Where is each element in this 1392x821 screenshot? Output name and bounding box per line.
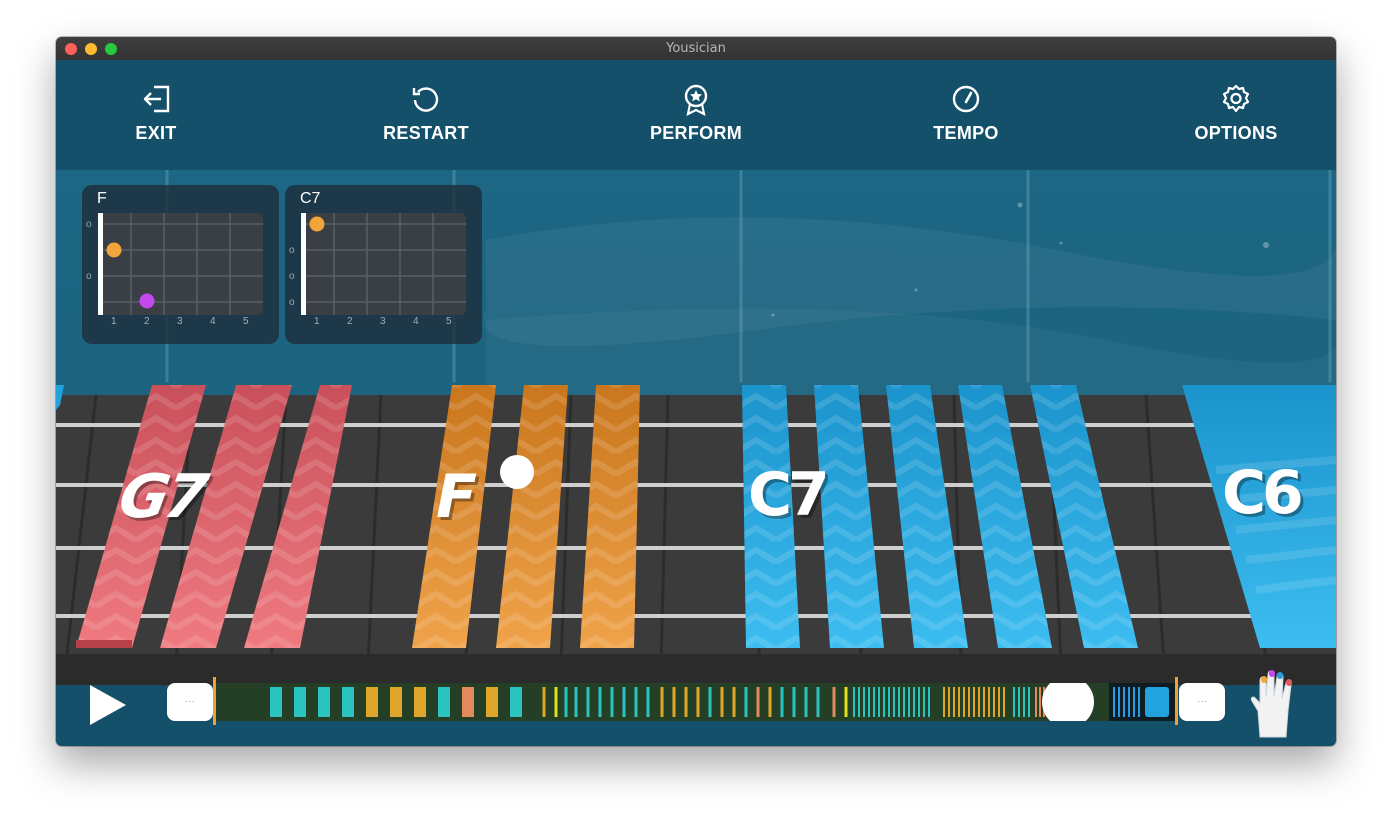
- app-window: Yousician EXIT RESTART PERFORM TEMPO OPT…: [56, 37, 1336, 746]
- play-area: F o o 1 2 3 4 5 C7 o o o 1 2 3 4 5 G7 F …: [56, 170, 1336, 663]
- exit-label: EXIT: [135, 123, 177, 143]
- perform-icon: [684, 84, 708, 116]
- timeline-playhead-knob[interactable]: [1042, 683, 1094, 721]
- lane-label-c6: C6: [1222, 458, 1304, 528]
- play-icon[interactable]: [88, 683, 128, 727]
- tempo-button[interactable]: TEMPO: [866, 60, 1066, 170]
- perform-button[interactable]: PERFORM: [596, 60, 796, 170]
- song-timeline: ··· ···: [56, 663, 1336, 746]
- toolbar: EXIT RESTART PERFORM TEMPO OPTIONS: [56, 60, 1336, 170]
- window-title: Yousician: [666, 41, 726, 56]
- left-section-bubble[interactable]: ···: [167, 683, 213, 721]
- lane-label-g7: G7: [113, 462, 210, 532]
- gear-icon: [1222, 84, 1250, 113]
- playhead-ball: [500, 455, 534, 489]
- lane-label-f: F: [436, 462, 477, 532]
- restart-button[interactable]: RESTART: [326, 60, 526, 170]
- loop-end-marker[interactable]: [1175, 677, 1178, 725]
- timeline-track[interactable]: [214, 683, 1176, 721]
- options-button[interactable]: OPTIONS: [1136, 60, 1336, 170]
- tempo-label: TEMPO: [933, 123, 999, 143]
- options-label: OPTIONS: [1194, 123, 1278, 143]
- lane-label-c7: C7: [748, 460, 830, 530]
- exit-icon: [143, 85, 170, 113]
- tempo-icon: [952, 85, 980, 113]
- hand-icon[interactable]: [1246, 667, 1302, 739]
- right-section-bubble[interactable]: ···: [1179, 683, 1225, 721]
- exit-button[interactable]: EXIT: [56, 60, 256, 170]
- loop-start-marker[interactable]: [213, 677, 216, 725]
- fretboard: [56, 385, 1336, 663]
- restart-label: RESTART: [383, 123, 469, 143]
- restart-icon: [412, 87, 439, 112]
- title-bar: Yousician: [56, 37, 1336, 61]
- perform-label: PERFORM: [649, 123, 743, 143]
